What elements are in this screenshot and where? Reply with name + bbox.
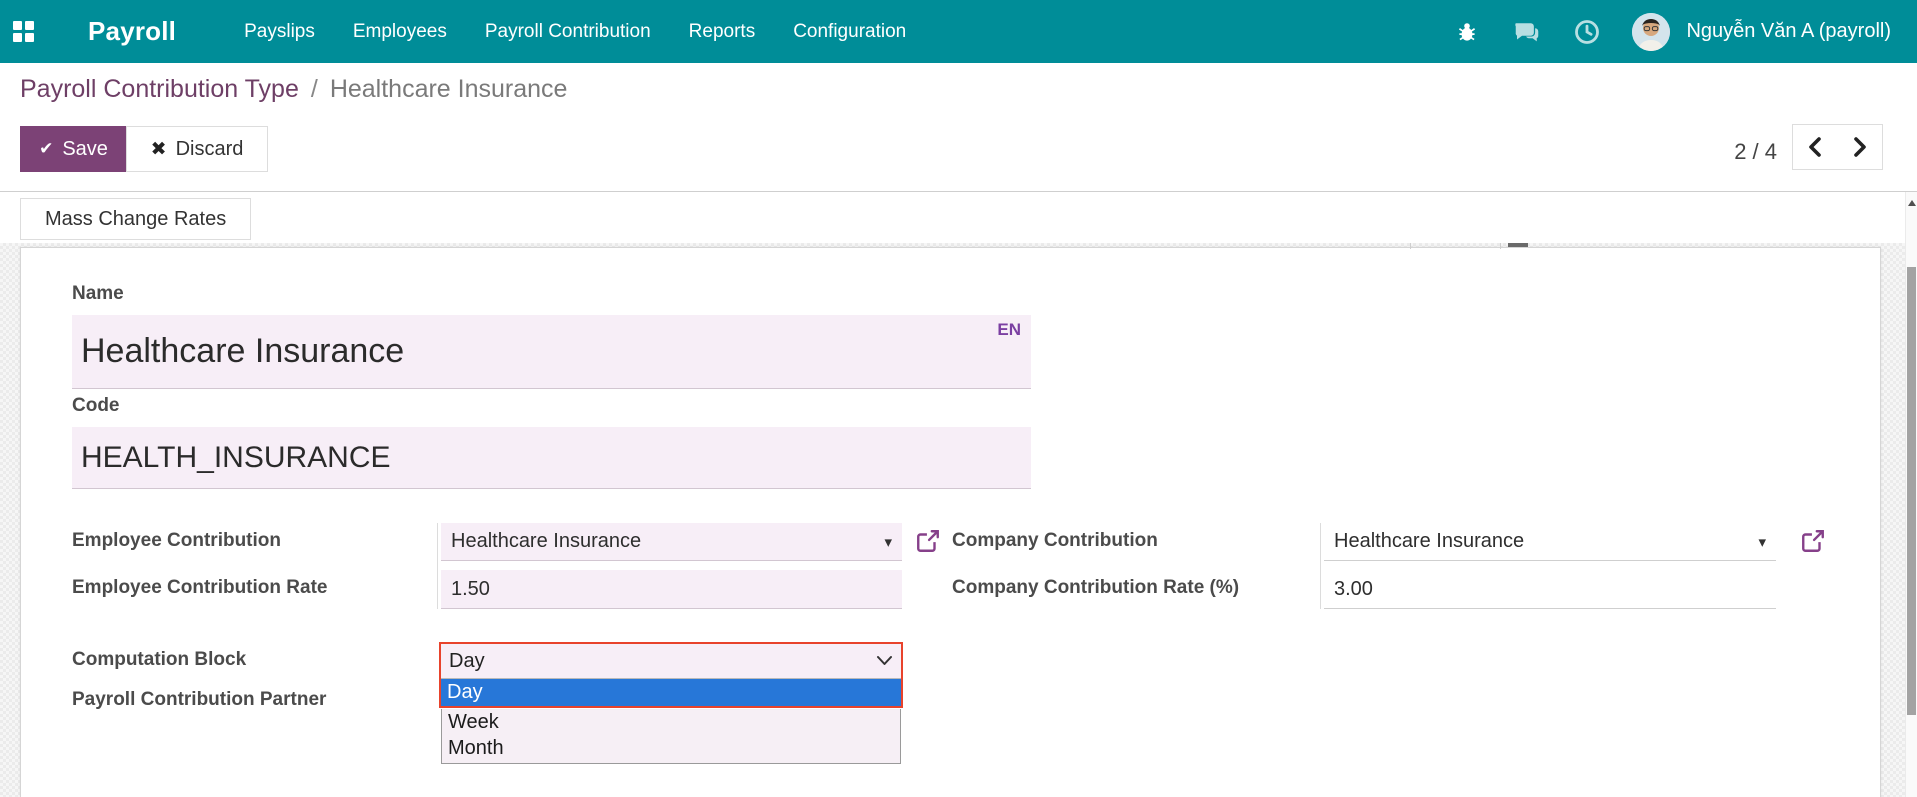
company-contribution-rate-value: 3.00: [1334, 578, 1373, 601]
breadcrumb-parent-link[interactable]: Payroll Contribution Type: [20, 75, 299, 104]
scrolled-element-sliver: [1508, 243, 1528, 247]
nav-item-employees[interactable]: Employees: [353, 21, 447, 43]
x-icon: ✖: [151, 138, 167, 161]
select-option-month[interactable]: Month: [442, 735, 900, 761]
apps-menu-button[interactable]: [0, 0, 46, 63]
messages-chat-icon[interactable]: [1512, 17, 1542, 47]
computation-block-option-list: Week Month: [441, 709, 901, 764]
form-action-toolbar: Mass Change Rates: [0, 192, 1905, 243]
employee-contribution-select[interactable]: Healthcare Insurance ▾: [441, 523, 902, 561]
sliver-tick: [1500, 243, 1501, 249]
breadcrumb-separator: /: [311, 75, 318, 104]
select-option-day[interactable]: Day: [441, 679, 901, 706]
employee-contribution-rate-value: 1.50: [451, 578, 490, 601]
company-contribution-external-link-icon[interactable]: [1800, 528, 1826, 554]
sliver-tick: [1410, 243, 1411, 249]
scrollbar-up-arrow-icon[interactable]: [1908, 200, 1916, 206]
save-button-label: Save: [62, 138, 108, 161]
computation-block-select[interactable]: Day: [441, 644, 901, 679]
employee-contribution-label: Employee Contribution: [72, 530, 281, 552]
computation-block-label: Computation Block: [72, 649, 246, 671]
dropdown-caret-icon[interactable]: ▾: [884, 533, 892, 551]
code-input[interactable]: HEALTH_INSURANCE: [72, 427, 1031, 489]
breadcrumb-current: Healthcare Insurance: [330, 75, 568, 104]
scrollbar-thumb[interactable]: [1907, 267, 1916, 715]
group-divider: [1320, 523, 1321, 609]
nav-item-payroll-contribution[interactable]: Payroll Contribution: [485, 21, 651, 43]
form-content-area: Name Healthcare Insurance EN Code HEALTH…: [0, 243, 1917, 797]
code-value: HEALTH_INSURANCE: [81, 441, 391, 475]
payroll-contribution-partner-label: Payroll Contribution Partner: [72, 689, 326, 711]
nav-right: Nguyễn Văn A (payroll): [1452, 13, 1917, 51]
activities-clock-icon[interactable]: [1572, 17, 1602, 47]
name-label: Name: [72, 283, 124, 305]
nav-menu: Payslips Employees Payroll Contribution …: [244, 21, 906, 43]
select-chevron-icon: [876, 650, 893, 673]
debug-bug-icon[interactable]: [1452, 17, 1482, 47]
employee-contribution-rate-input[interactable]: 1.50: [441, 570, 902, 609]
group-divider: [437, 523, 438, 609]
nav-item-configuration[interactable]: Configuration: [793, 21, 906, 43]
company-contribution-rate-label: Company Contribution Rate (%): [952, 577, 1239, 599]
employee-contribution-external-link-icon[interactable]: [915, 528, 941, 554]
computation-block-select-highlight: Day Day: [439, 642, 903, 708]
vertical-scrollbar[interactable]: [1905, 192, 1917, 797]
dropdown-caret-icon[interactable]: ▾: [1758, 533, 1766, 551]
pager-previous-button[interactable]: [1792, 124, 1838, 170]
company-contribution-select[interactable]: Healthcare Insurance ▾: [1324, 523, 1776, 561]
app-title[interactable]: Payroll: [88, 16, 176, 47]
code-label: Code: [72, 395, 120, 417]
discard-button-label: Discard: [176, 138, 244, 161]
control-panel: ✔ Save ✖ Discard 2 / 4: [0, 115, 1917, 192]
discard-button[interactable]: ✖ Discard: [126, 126, 268, 172]
check-icon: ✔: [39, 139, 53, 159]
company-contribution-value: Healthcare Insurance: [1334, 530, 1524, 553]
pager-counter: 2 / 4: [1734, 139, 1777, 165]
chevron-right-icon: [1851, 136, 1869, 158]
translation-badge[interactable]: EN: [997, 320, 1021, 340]
chevron-left-icon: [1806, 136, 1824, 158]
company-contribution-label: Company Contribution: [952, 530, 1158, 552]
name-input[interactable]: Healthcare Insurance EN: [72, 315, 1031, 389]
nav-item-reports[interactable]: Reports: [689, 21, 756, 43]
nav-item-payslips[interactable]: Payslips: [244, 21, 315, 43]
breadcrumb: Payroll Contribution Type / Healthcare I…: [0, 63, 1917, 115]
top-nav: Payroll Payslips Employees Payroll Contr…: [0, 0, 1917, 63]
mass-change-rates-button[interactable]: Mass Change Rates: [20, 198, 251, 240]
save-button[interactable]: ✔ Save: [20, 126, 127, 172]
company-contribution-rate-input[interactable]: 3.00: [1324, 570, 1776, 609]
employee-contribution-rate-label: Employee Contribution Rate: [72, 577, 327, 599]
pager-next-button[interactable]: [1837, 124, 1883, 170]
apps-grid-icon: [13, 21, 34, 42]
user-avatar[interactable]: [1632, 13, 1670, 51]
name-value: Healthcare Insurance: [81, 332, 404, 371]
select-option-week[interactable]: Week: [442, 709, 900, 735]
user-name[interactable]: Nguyễn Văn A (payroll): [1686, 20, 1891, 43]
computation-block-value: Day: [449, 650, 485, 673]
employee-contribution-value: Healthcare Insurance: [451, 530, 641, 553]
